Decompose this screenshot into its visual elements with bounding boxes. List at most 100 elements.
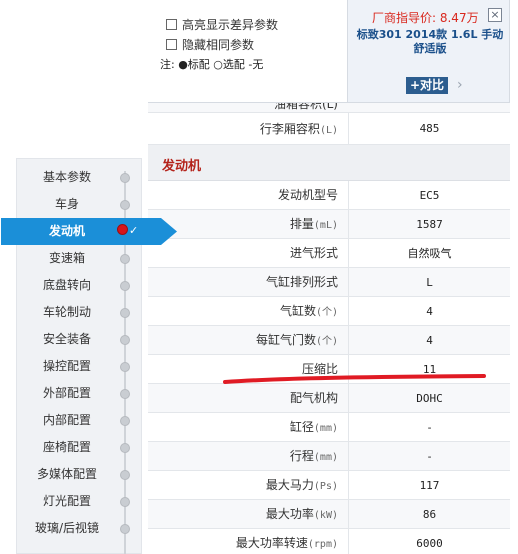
highlight-diff-checkbox[interactable]: 高亮显示差异参数 <box>166 17 278 33</box>
hide-same-checkbox[interactable]: 隐藏相同参数 <box>166 37 254 53</box>
spec-label: 油箱容积(L) <box>273 103 338 111</box>
sidebar-item[interactable]: 底盘转向 <box>17 272 141 299</box>
spec-label: 缸径(mm) <box>289 420 338 434</box>
chevron-right-icon[interactable]: › <box>457 77 463 94</box>
sidebar-item-label: 安全装备 <box>42 332 91 346</box>
nav-dot-icon <box>120 308 130 318</box>
spec-value: 自然吸气 <box>348 239 510 268</box>
hide-same-label: 隐藏相同参数 <box>182 38 255 52</box>
spec-value: - <box>348 442 510 471</box>
sidebar-item-label: 多媒体配置 <box>36 467 97 481</box>
spec-value: 86 <box>348 500 510 529</box>
spec-label: 配气机构 <box>289 391 338 405</box>
sidebar-item-label: 车轮制动 <box>42 305 91 319</box>
sidebar-item-label: 变速箱 <box>48 251 85 265</box>
compare-button[interactable]: +对比 <box>406 77 449 94</box>
table-row: 油箱容积(L) -- <box>148 103 510 113</box>
highlight-diff-label: 高亮显示差异参数 <box>182 18 279 32</box>
table-row: 最大功率转速(rpm) 6000 <box>148 529 510 554</box>
sidebar-item-label: 底盘转向 <box>42 278 91 292</box>
nav-dot-icon <box>120 362 130 372</box>
spec-label: 排量(mL) <box>289 217 338 231</box>
sidebar-item[interactable]: 玻璃/后视镜 <box>17 515 141 542</box>
sidebar-item-label: 基本参数 <box>42 170 91 184</box>
sidebar-nav: 基本参数车身发动机 ✓ 变速箱底盘转向车轮制动安全装备操控配置外部配置内部配置座椅配… <box>1 158 177 554</box>
section-title: 发动机 <box>162 159 202 174</box>
spec-table: 油箱容积(L) -- 行李厢容积(L) 485 发动机 发动机型号EC5排量(m… <box>148 102 510 554</box>
table-row: 行李厢容积(L) 485 <box>148 113 510 145</box>
sidebar-item[interactable]: 安全装备 <box>17 326 141 353</box>
spec-value: - <box>348 413 510 442</box>
sidebar-item-label: 外部配置 <box>42 386 91 400</box>
sidebar-item[interactable]: 车轮制动 <box>17 299 141 326</box>
spec-label: 气缸排列形式 <box>265 275 338 289</box>
table-row: 行程(mm) - <box>148 442 510 471</box>
sidebar-item-label: 发动机 <box>48 224 85 238</box>
spec-value: 1587 <box>348 210 510 239</box>
table-row: 压缩比 11 <box>148 355 510 384</box>
guide-price: 厂商指导价: 8.47万 <box>372 11 479 25</box>
spec-label: 行程(mm) <box>289 449 338 463</box>
sidebar-item-label: 操控配置 <box>42 359 91 373</box>
table-row: 气缸排列形式 L <box>148 268 510 297</box>
nav-dot-icon <box>120 200 130 210</box>
sidebar-item[interactable]: 内部配置 <box>17 407 141 434</box>
spec-label: 最大马力(Ps) <box>265 478 338 492</box>
spec-value: EC5 <box>348 181 510 210</box>
table-row: 最大马力(Ps) 117 <box>148 471 510 500</box>
spec-value: -- <box>348 103 510 108</box>
nav-dot-icon <box>120 443 130 453</box>
table-row: 配气机构 DOHC <box>148 384 510 413</box>
checkbox-icon[interactable] <box>166 19 177 30</box>
nav-dot-icon <box>117 224 128 235</box>
nav-dot-icon <box>120 524 130 534</box>
table-row: 缸径(mm) - <box>148 413 510 442</box>
sidebar-item[interactable]: 发动机 ✓ <box>1 218 177 245</box>
sidebar-item-label: 内部配置 <box>42 413 91 427</box>
car-model-name[interactable]: 标致301 2014款 1.6L 手动舒适版 <box>356 28 504 56</box>
sidebar-item[interactable]: 基本参数 <box>17 164 141 191</box>
sidebar-item[interactable]: 多媒体配置 <box>17 461 141 488</box>
spec-label: 发动机型号 <box>277 188 338 202</box>
sidebar-item[interactable]: 操控配置 <box>17 353 141 380</box>
nav-dot-icon <box>120 335 130 345</box>
checkbox-icon[interactable] <box>166 39 177 50</box>
nav-dot-icon <box>120 281 130 291</box>
sidebar-item[interactable]: 外部配置 <box>17 380 141 407</box>
spec-label: 最大功率(kW) <box>265 507 338 521</box>
spec-value: 11 <box>348 355 510 384</box>
spec-value: 6000 <box>348 529 510 554</box>
table-row: 气缸数(个) 4 <box>148 297 510 326</box>
spec-label: 行李厢容积(L) <box>259 122 338 136</box>
spec-label: 气缸数(个) <box>279 304 338 318</box>
sidebar-item-label: 灯光配置 <box>42 494 91 508</box>
spec-label: 最大功率转速(rpm) <box>235 536 338 550</box>
nav-dot-icon <box>120 173 130 183</box>
section-header-engine: 发动机 <box>148 145 510 181</box>
table-row: 发动机型号 EC5 <box>148 181 510 210</box>
check-icon: ✓ <box>129 224 139 237</box>
spec-label: 压缩比 <box>301 362 338 376</box>
spec-label: 每缸气门数(个) <box>255 333 338 347</box>
filter-panel: 高亮显示差异参数 隐藏相同参数 注: ●标配 ○选配 -无 <box>150 0 348 102</box>
nav-dot-icon <box>120 470 130 480</box>
sidebar-item[interactable]: 车身 <box>17 191 141 218</box>
nav-dot-icon <box>120 497 130 507</box>
sidebar-item[interactable]: 灯光配置 <box>17 488 141 515</box>
nav-dot-icon <box>120 254 130 264</box>
close-icon[interactable]: × <box>488 8 502 22</box>
equipment-legend: 注: ●标配 ○选配 -无 <box>160 58 264 71</box>
spec-value: DOHC <box>348 384 510 413</box>
table-row: 进气形式 自然吸气 <box>148 239 510 268</box>
table-row: 最大功率(kW) 86 <box>148 500 510 529</box>
table-row: 排量(mL) 1587 <box>148 210 510 239</box>
nav-dot-icon <box>120 416 130 426</box>
sidebar-item[interactable]: 变速箱 <box>17 245 141 272</box>
table-row: 每缸气门数(个) 4 <box>148 326 510 355</box>
sidebar-item-label: 玻璃/后视镜 <box>34 521 100 535</box>
spec-value: L <box>348 268 510 297</box>
sidebar-item-label: 座椅配置 <box>42 440 91 454</box>
car-header: 厂商指导价: 8.47万 × 标致301 2014款 1.6L 手动舒适版 +对… <box>348 0 510 102</box>
spec-value: 4 <box>348 326 510 355</box>
sidebar-item[interactable]: 座椅配置 <box>17 434 141 461</box>
